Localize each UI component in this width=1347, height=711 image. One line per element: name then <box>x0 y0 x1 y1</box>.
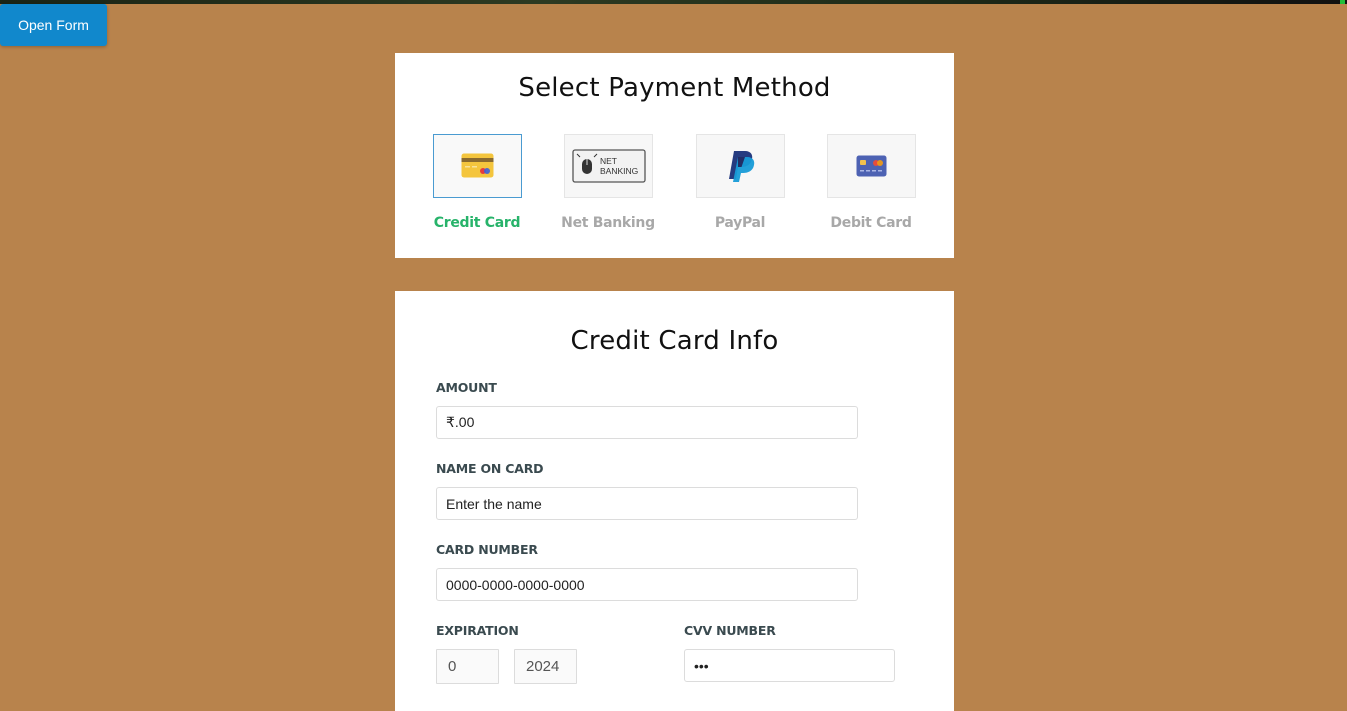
credit-card-icon <box>461 153 494 178</box>
option-paypal-label[interactable]: PayPal <box>675 215 805 231</box>
cvv-number-input[interactable]: ••• <box>684 649 895 682</box>
option-net-banking[interactable]: NET BANKING <box>564 134 653 198</box>
option-net-banking-label[interactable]: Net Banking <box>543 215 673 231</box>
option-paypal[interactable] <box>696 134 785 198</box>
payment-method-card: Select Payment Method Credit Card NET BA… <box>395 53 954 258</box>
card-number-input[interactable]: 0000-0000-0000-0000 <box>436 568 858 601</box>
payment-method-title: Select Payment Method <box>518 73 831 103</box>
cvv-number-label: CVV NUMBER <box>684 623 776 638</box>
option-credit-card[interactable] <box>433 134 522 198</box>
option-debit-card-label[interactable]: Debit Card <box>806 215 936 231</box>
browser-top-strip <box>0 0 1347 4</box>
option-debit-card[interactable] <box>827 134 916 198</box>
card-number-label: CARD NUMBER <box>436 542 538 557</box>
name-on-card-label: NAME ON CARD <box>436 461 544 476</box>
expiration-year-select[interactable]: 2024 <box>514 649 577 684</box>
option-credit-card-label[interactable]: Credit Card <box>412 215 542 231</box>
status-dot <box>1340 0 1345 4</box>
net-banking-icon-text-1: NET <box>600 156 617 166</box>
credit-card-info-title: Credit Card Info <box>570 326 779 356</box>
expiration-month-select[interactable]: 0 <box>436 649 499 684</box>
amount-label: AMOUNT <box>436 380 497 395</box>
paypal-icon <box>728 151 754 182</box>
amount-input[interactable]: ₹.00 <box>436 406 858 439</box>
open-form-button[interactable]: Open Form <box>0 4 107 46</box>
debit-card-icon <box>856 155 887 177</box>
credit-card-info-card: Credit Card Info AMOUNT ₹.00 NAME ON CAR… <box>395 291 954 711</box>
net-banking-icon-text-2: BANKING <box>600 166 638 176</box>
name-on-card-input[interactable]: Enter the name <box>436 487 858 520</box>
expiration-label: EXPIRATION <box>436 623 519 638</box>
net-banking-icon: NET BANKING <box>571 149 646 183</box>
